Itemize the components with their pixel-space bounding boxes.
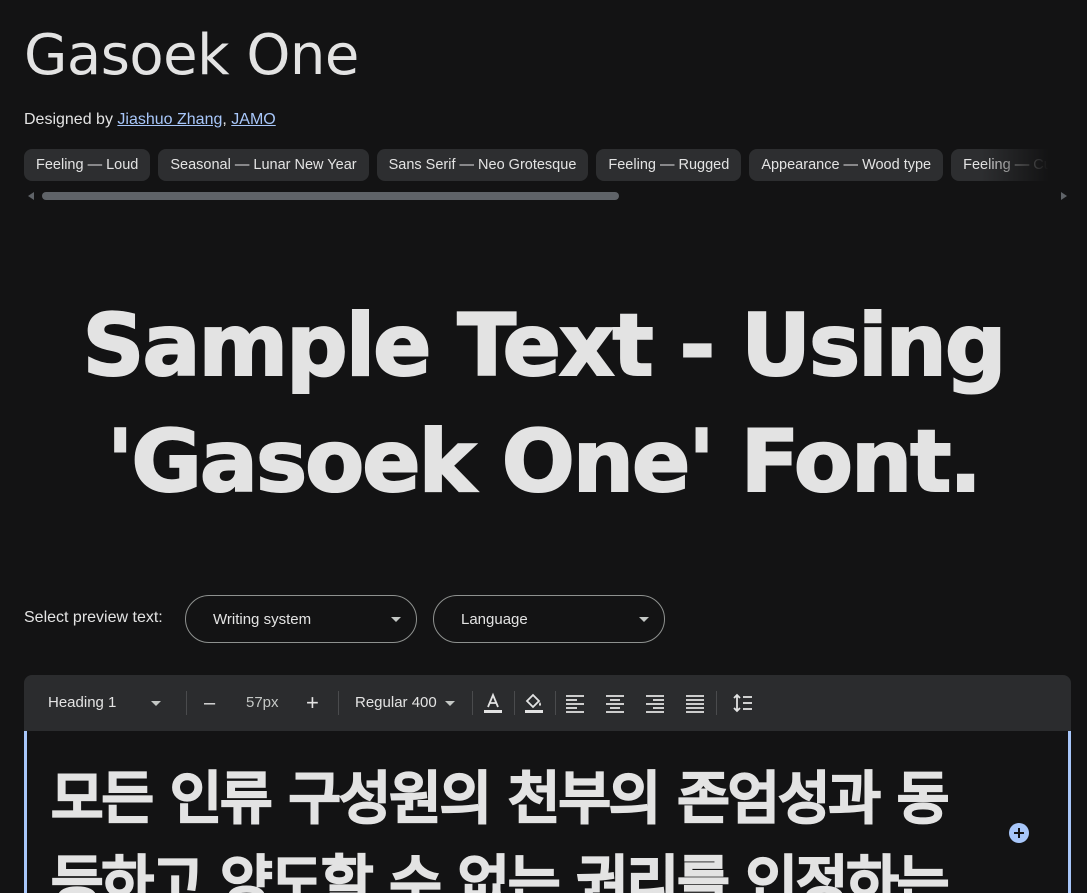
chevron-down-icon [639,617,649,622]
weight-select[interactable]: Regular 400 [355,675,437,731]
toolbar-divider [514,691,515,715]
highlight-icon[interactable] [522,691,546,715]
toolbar-divider [716,691,717,715]
preview-editor[interactable]: 모든 인류 구성원의 천부의 존엄성과 동 등하고 양도할 수 없는 권리를 인… [24,731,1071,893]
designer-separator: , [222,111,227,128]
line-height-icon[interactable] [731,691,755,715]
font-page: Gasoek One Designed by Jiashuo Zhang, JA… [0,0,1087,893]
tag-chip-list: Feeling — Loud Seasonal — Lunar New Year S… [24,149,1071,181]
font-size-value[interactable]: 57px [246,675,279,731]
tag-chip[interactable]: Feeling — Loud [24,149,151,181]
align-justify-icon[interactable] [683,691,707,715]
tag-chip[interactable]: Feeling — Rugged [596,149,742,181]
editor-line-1: 모든 인류 구성원의 천부의 존엄성과 동 [50,765,950,833]
decrease-size-button[interactable]: – [204,675,215,731]
preview-text-label: Select preview text: [24,609,163,626]
writing-system-value: Writing system [213,611,312,628]
toolbar-divider [555,691,556,715]
chip-scrollbar[interactable] [24,189,1071,203]
chevron-down-icon[interactable] [445,701,455,706]
designed-by-label: Designed by [24,111,113,128]
toolbar-divider [472,691,473,715]
editor-line-2: 등하고 양도할 수 없는 권리를 인정하는 [50,849,950,893]
sample-text-line-2: 'Gasoek One' Font. [106,411,983,513]
language-select[interactable]: Language [433,595,665,643]
chip-fade-overlay [981,149,1071,181]
sample-text-preview: Sample Text - Using 'Gasoek One' Font. [0,288,1087,520]
tag-chip[interactable]: Sans Serif — Neo Grotesque [376,149,589,181]
align-left-icon[interactable] [563,691,587,715]
writing-system-select[interactable]: Writing system [185,595,417,643]
font-title: Gasoek One [24,23,359,88]
align-center-icon[interactable] [603,691,627,715]
add-circle-icon[interactable] [1009,823,1029,843]
sample-text-line-1: Sample Text - Using [82,295,1008,397]
toolbar-divider [186,691,187,715]
chevron-down-icon [391,617,401,622]
scroll-thumb[interactable] [42,192,619,200]
chevron-down-icon[interactable] [151,701,161,706]
language-value: Language [461,611,528,628]
designer-link-2[interactable]: JAMO [231,111,275,128]
scroll-left-arrow-icon[interactable] [28,192,34,200]
toolbar-divider [338,691,339,715]
tag-chip[interactable]: Appearance — Wood type [749,149,944,181]
editor-content[interactable]: 모든 인류 구성원의 천부의 존엄성과 동 등하고 양도할 수 없는 권리를 인… [50,757,971,893]
align-right-icon[interactable] [643,691,667,715]
increase-size-button[interactable]: + [306,675,319,731]
designer-link-1[interactable]: Jiashuo Zhang [117,111,222,128]
editor-toolbar: Heading 1 – 57px + Regular 400 [24,675,1071,731]
scroll-right-arrow-icon[interactable] [1061,192,1067,200]
style-select[interactable]: Heading 1 [48,675,116,731]
text-color-icon[interactable] [481,691,505,715]
designer-line: Designed by Jiashuo Zhang, JAMO [24,111,276,129]
tag-chip[interactable]: Seasonal — Lunar New Year [158,149,369,181]
